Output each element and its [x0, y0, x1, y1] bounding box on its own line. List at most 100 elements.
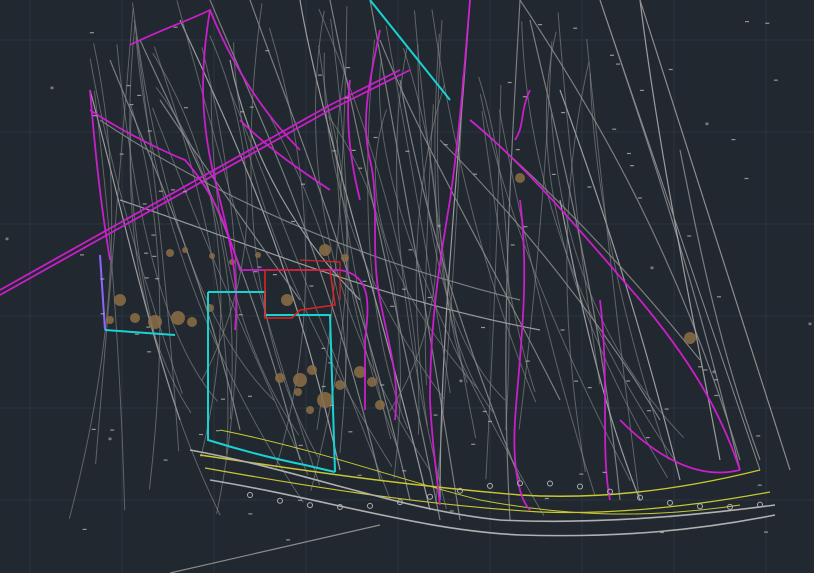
point-mark	[358, 167, 363, 169]
contour-line	[439, 139, 661, 421]
survey-mark: *	[705, 121, 709, 130]
point-mark	[321, 385, 326, 388]
point-mark	[561, 112, 566, 114]
point-mark	[757, 484, 762, 486]
point-mark	[745, 21, 749, 23]
point-mark	[610, 54, 614, 56]
point-mark	[298, 499, 303, 501]
point-mark	[82, 528, 87, 530]
tree-symbol	[209, 253, 215, 259]
point-mark	[703, 369, 708, 371]
point-mark	[318, 74, 322, 76]
tree-symbol	[306, 406, 314, 414]
contour-line	[639, 0, 791, 471]
contour-line	[599, 0, 741, 471]
point-mark	[522, 96, 527, 98]
point-mark	[147, 351, 152, 353]
point-mark	[587, 387, 592, 389]
point-mark	[765, 22, 770, 24]
point-mark	[215, 430, 220, 432]
point-mark	[664, 408, 669, 410]
tree-symbol	[319, 244, 331, 256]
point-mark	[449, 510, 454, 512]
point-mark	[257, 266, 262, 268]
survey-mark: *	[459, 378, 463, 387]
point-mark	[147, 130, 152, 132]
contour-line	[210, 88, 300, 436]
point-mark	[523, 226, 528, 228]
contour-line	[521, 21, 675, 460]
tree-symbol	[106, 316, 114, 324]
point-mark	[390, 305, 395, 307]
contour-lines	[68, 0, 791, 573]
point-mark	[443, 144, 448, 146]
tree-symbol	[166, 249, 174, 257]
building-outline	[264, 259, 341, 319]
parcel-outline	[104, 329, 176, 336]
point-mark	[92, 115, 97, 117]
point-mark	[626, 152, 631, 155]
point-mark	[321, 347, 326, 349]
point-mark	[510, 244, 515, 246]
contour-line	[679, 149, 761, 461]
survey-mark: *	[712, 369, 716, 378]
point-mark	[351, 149, 356, 151]
point-mark	[110, 429, 115, 431]
survey-mark: *	[808, 321, 812, 330]
contour-line	[469, 119, 701, 361]
boundary-line	[619, 419, 741, 474]
post-symbol	[367, 502, 373, 509]
point-mark	[764, 531, 768, 533]
point-mark	[714, 379, 719, 381]
cad-drawing: * * * * * * * * *	[0, 0, 814, 573]
point-mark	[616, 63, 621, 65]
point-mark	[100, 313, 105, 315]
tree-symbol	[171, 311, 185, 325]
cad-drawing-viewport[interactable]: * * * * * * * * *	[0, 0, 814, 573]
point-mark	[560, 329, 565, 331]
tree-symbol	[182, 247, 188, 253]
tree-symbols	[106, 173, 696, 414]
point-mark	[173, 26, 178, 28]
point-mark	[488, 420, 492, 423]
point-mark	[626, 380, 631, 382]
point-mark	[346, 67, 351, 69]
point-mark	[286, 539, 291, 541]
contour-line	[68, 43, 113, 519]
point-mark	[171, 189, 175, 191]
post-symbol	[427, 493, 433, 500]
point-mark	[158, 190, 163, 192]
point-mark	[309, 285, 314, 287]
boundary-line	[129, 8, 301, 151]
point-mark	[328, 362, 333, 364]
point-mark	[427, 296, 432, 299]
point-mark	[348, 431, 353, 433]
survey-mark: *	[437, 223, 441, 232]
point-mark	[405, 150, 410, 152]
point-mark	[408, 249, 413, 251]
point-mark	[645, 437, 650, 439]
point-mark	[100, 278, 105, 280]
tree-symbol	[255, 252, 261, 258]
road-edge	[219, 429, 741, 515]
road-lines	[189, 429, 776, 537]
post-symbol	[697, 503, 703, 510]
tree-symbol	[187, 317, 197, 327]
tree-symbol	[684, 332, 696, 344]
point-mark	[248, 513, 253, 515]
survey-mark: *	[650, 265, 654, 274]
contour-line	[479, 93, 631, 482]
contour-line	[589, 73, 669, 460]
post-symbol	[277, 497, 283, 504]
point-mark	[272, 274, 277, 276]
point-mark	[119, 153, 124, 155]
point-mark	[587, 186, 592, 188]
point-mark	[221, 398, 225, 400]
point-mark	[144, 252, 149, 254]
tree-symbol	[341, 254, 349, 262]
point-mark	[152, 255, 157, 257]
point-mark	[573, 27, 578, 29]
point-mark	[630, 165, 635, 167]
point-mark	[637, 197, 642, 199]
point-mark	[647, 410, 651, 412]
